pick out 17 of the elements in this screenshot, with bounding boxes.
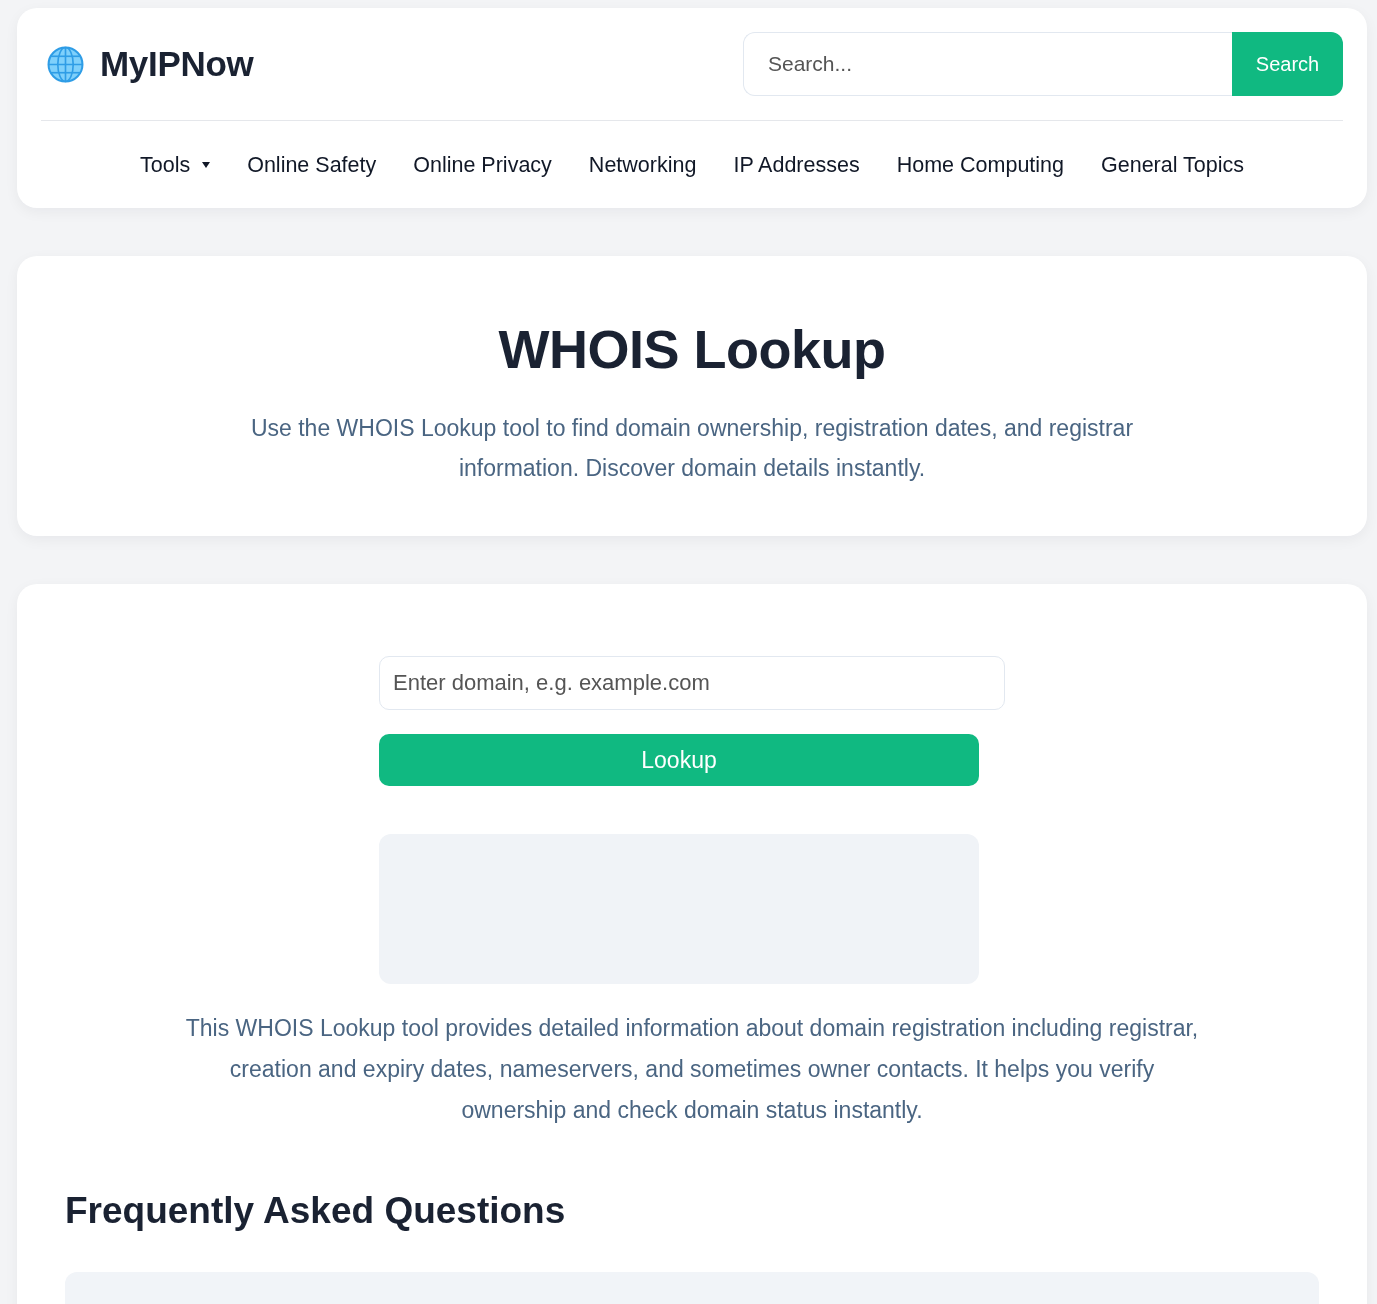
site-logo[interactable]: MyIPNow — [47, 44, 254, 84]
search-field[interactable]: Search... — [743, 32, 1232, 96]
nav-link[interactable]: Networking — [588, 152, 697, 178]
nav-dropdown[interactable]: Tools — [139, 152, 211, 178]
domain-input-field[interactable]: Enter domain, e.g. example.com — [379, 656, 1005, 710]
tool-description: This WHOIS Lookup tool provides detailed information about domain registration including registrar, creation and expiry dates, nameservers, and sometimes owner contacts. It helps you verify ownership and check domain status instantly. — [184, 1014, 1200, 1125]
nav-link[interactable]: Home Computing — [896, 152, 1064, 178]
nav-link[interactable]: General Topics — [1101, 152, 1244, 178]
nav-link[interactable]: Online Privacy — [413, 152, 552, 178]
globe-icon — [47, 45, 84, 83]
nav-link[interactable]: IP Addresses — [733, 152, 860, 178]
faq-heading: Frequently Asked Questions — [65, 1189, 567, 1233]
logo-text: MyIPNow — [100, 44, 254, 84]
caret-icon — [202, 162, 211, 168]
nav-link[interactable]: Online Safety — [247, 152, 377, 178]
page-subtitle: Use the WHOIS Lookup tool to find domain ownership, registration dates, and registrar information. Discover domain details instantly. — [249, 414, 1135, 483]
page-title: WHOIS Lookup — [498, 318, 886, 380]
